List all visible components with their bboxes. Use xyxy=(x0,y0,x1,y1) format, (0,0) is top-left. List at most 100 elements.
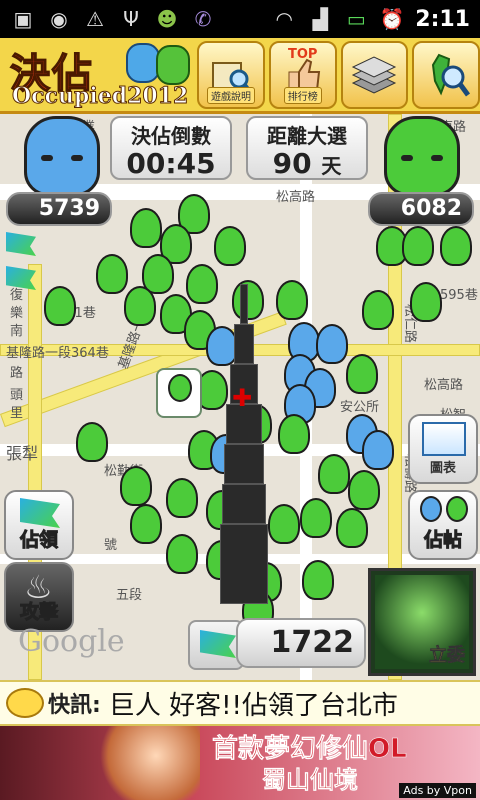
speech-bubble-icon xyxy=(6,688,44,718)
warning-icon: ⚠ xyxy=(86,7,104,31)
map-search-button[interactable] xyxy=(412,40,480,109)
green-face-icon xyxy=(446,496,468,522)
player-marker[interactable] xyxy=(186,264,218,304)
election-days: 90 xyxy=(272,147,312,180)
map-label: 南 xyxy=(10,324,24,339)
app-header: 決佔 Occupied2012 遊戲說明 TOP 排行榜 xyxy=(0,38,480,114)
election-days-row: 90 天 xyxy=(248,149,366,181)
layers-icon xyxy=(352,55,397,94)
map-label: 安公所 xyxy=(340,400,380,415)
map-label: 595巷 xyxy=(440,288,478,303)
signal-icon: ▟ xyxy=(312,7,328,31)
attack-button[interactable]: ♨ 攻擊 xyxy=(4,562,74,632)
taiwan-search-icon xyxy=(432,53,471,96)
legislator-label: 立委 xyxy=(429,645,466,667)
ad-credit: Ads by Vpon xyxy=(399,783,476,798)
election-panel: 距離大選 90 天 xyxy=(246,116,368,180)
flag-icon xyxy=(200,630,236,658)
map-attribution: Google xyxy=(18,624,125,659)
leaderboard-label: 排行榜 xyxy=(283,86,322,104)
top-badge: TOP xyxy=(287,46,318,62)
app-logo: 決佔 Occupied2012 xyxy=(4,39,193,111)
player-marker[interactable] xyxy=(348,470,380,510)
election-title: 距離大選 xyxy=(267,124,347,148)
game-guide-button[interactable]: 遊戲說明 xyxy=(197,40,265,109)
map-label: 五段 xyxy=(116,588,143,603)
player-marker[interactable] xyxy=(318,454,350,494)
map-label: 號 xyxy=(104,538,118,553)
ad-banner[interactable]: 首款夢幻修仙OL 蜀山仙境 Ads by Vpon xyxy=(0,726,480,800)
countdown-panel: 決佔倒數 00:45 xyxy=(110,116,232,180)
flag-icon[interactable] xyxy=(6,232,36,256)
usb-icon: Ψ xyxy=(123,7,139,31)
player-marker[interactable] xyxy=(44,286,76,326)
ticker-text: 巨人 好客!!佔領了台北市 xyxy=(108,690,398,721)
green-leader-avatar xyxy=(384,116,460,196)
player-marker[interactable] xyxy=(346,354,378,394)
chart-icon xyxy=(422,422,466,456)
player-marker[interactable] xyxy=(130,208,162,248)
player-marker[interactable] xyxy=(278,414,310,454)
blue-score: 5739 xyxy=(6,192,112,226)
map-label: 頭 xyxy=(10,388,24,403)
phone-icon: ✆ xyxy=(194,7,212,31)
clock: 2:11 xyxy=(415,6,470,32)
leaderboard-button[interactable]: TOP 排行榜 xyxy=(268,40,337,109)
app-icon: ◉ xyxy=(50,7,68,31)
player-marker[interactable] xyxy=(302,560,334,600)
player-marker[interactable] xyxy=(362,430,394,470)
player-marker[interactable] xyxy=(336,508,368,548)
battery-icon: ▭ xyxy=(346,7,366,31)
map-label: 基隆路一段364巷 xyxy=(6,346,109,361)
map-label: 松高路 xyxy=(424,378,464,393)
post-label: 佔帖 xyxy=(423,529,462,552)
countdown-title: 決佔倒數 xyxy=(131,124,211,148)
game-guide-label: 遊戲說明 xyxy=(207,86,255,104)
legislator-card[interactable]: 立委 xyxy=(368,568,476,676)
player-marker[interactable] xyxy=(214,226,246,266)
stats-button[interactable]: 圖表 xyxy=(408,414,478,484)
crosshair-icon: ✚ xyxy=(232,384,253,412)
player-marker[interactable] xyxy=(76,422,108,462)
player-marker[interactable] xyxy=(120,466,152,506)
ad-subtitle: 蜀山仙境 xyxy=(262,766,359,795)
player-marker[interactable] xyxy=(300,498,332,538)
player-marker[interactable] xyxy=(166,534,198,574)
countdown-value: 00:45 xyxy=(126,147,216,180)
map-label: 樂 xyxy=(10,306,24,321)
shopping-bag-icon: ▣ xyxy=(13,7,33,31)
player-marker[interactable] xyxy=(96,254,128,294)
player-marker[interactable] xyxy=(276,280,308,320)
occupy-button[interactable]: 佔領 xyxy=(4,490,74,560)
player-marker[interactable] xyxy=(130,504,162,544)
election-unit: 天 xyxy=(321,154,342,178)
green-face-icon xyxy=(156,44,190,85)
player-marker[interactable] xyxy=(124,286,156,326)
game-map[interactable]: 松高路 基隆路一段364巷 基隆路一段 松勤街 張犁 松智 松壽路 松高路 松仁… xyxy=(0,114,480,680)
flag-icon xyxy=(20,498,60,528)
player-marker[interactable] xyxy=(316,324,348,364)
logo-subtitle: Occupied2012 xyxy=(11,82,189,109)
occupy-label: 佔領 xyxy=(19,529,58,552)
map-label: 里 xyxy=(10,406,24,421)
blue-face-icon xyxy=(420,496,442,522)
player-marker[interactable] xyxy=(440,226,472,266)
ad-character-image xyxy=(90,726,200,800)
player-marker[interactable] xyxy=(166,478,198,518)
player-marker[interactable] xyxy=(402,226,434,266)
player-marker[interactable] xyxy=(410,282,442,322)
player-marker[interactable] xyxy=(362,290,394,330)
news-ticker: 快訊: 巨人 好客!!佔領了台北市 xyxy=(0,680,480,726)
map-label: 松高路 xyxy=(276,190,316,205)
map-label: 路 xyxy=(10,366,24,381)
green-face-icon xyxy=(168,374,192,402)
blue-leader-avatar xyxy=(24,116,100,196)
blue-face-icon xyxy=(126,42,160,83)
post-button[interactable]: 佔帖 xyxy=(408,490,478,560)
player-marker[interactable] xyxy=(268,504,300,544)
layers-button[interactable] xyxy=(340,40,409,109)
android-icon: ☻ xyxy=(156,7,178,31)
fire-icon: ♨ xyxy=(24,568,53,606)
location-pin[interactable] xyxy=(156,368,202,418)
alarm-icon: ⏰ xyxy=(379,7,405,31)
